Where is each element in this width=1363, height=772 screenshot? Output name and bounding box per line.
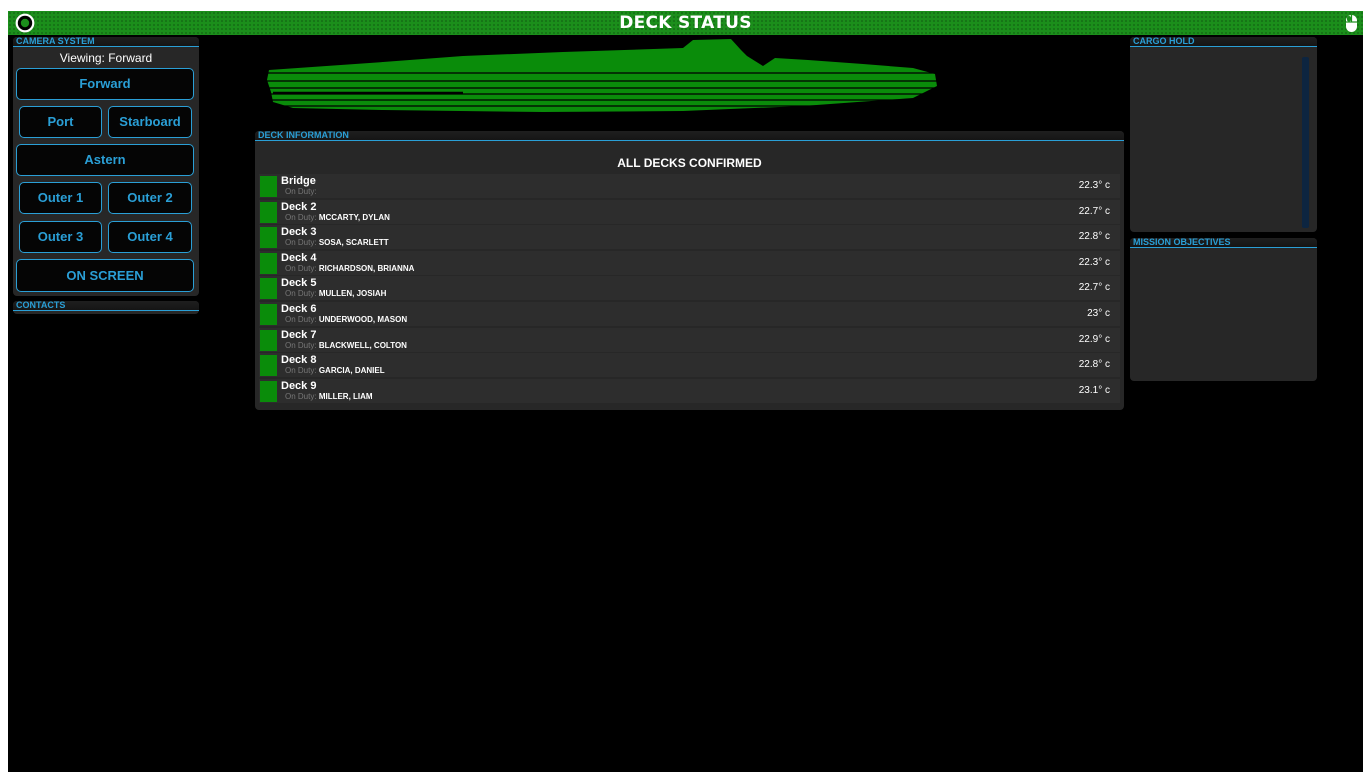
- deck-row[interactable]: Bridge On Duty: 22.3° c: [259, 174, 1120, 198]
- deck-name: Bridge: [281, 175, 316, 187]
- on-duty-line: On Duty: UNDERWOOD, MASON: [285, 315, 407, 324]
- mouse-icon[interactable]: [1345, 13, 1358, 33]
- deck-status-indicator: [260, 329, 277, 351]
- camera-system-panel: CAMERA SYSTEM Viewing: Forward Forward P…: [13, 36, 199, 296]
- on-duty-label: On Duty:: [285, 391, 317, 401]
- on-duty-label: On Duty:: [285, 238, 317, 248]
- on-screen-button[interactable]: ON SCREEN: [16, 259, 194, 292]
- mission-objectives-header: MISSION OBJECTIVES: [1130, 237, 1317, 248]
- contacts-header: CONTACTS: [13, 300, 199, 311]
- deck-name: Deck 8: [281, 354, 317, 367]
- deck-status-indicator: [260, 252, 277, 274]
- deck-temperature: 22.8° c: [1078, 359, 1110, 371]
- deck-status-indicator: [260, 176, 277, 197]
- deck-row[interactable]: Deck 8 On Duty: GARCIA, DANIEL 22.8° c: [259, 353, 1120, 378]
- on-duty-line: On Duty: RICHARDSON, BRIANNA: [285, 264, 414, 273]
- deck-row[interactable]: Deck 4 On Duty: RICHARDSON, BRIANNA 22.3° …: [259, 250, 1120, 275]
- deck-temperature: 23° c: [1087, 308, 1110, 319]
- deck-information-title: DECK INFORMATION: [258, 130, 349, 140]
- cargo-hold-panel: CARGO HOLD: [1130, 36, 1317, 232]
- mission-objectives-title: MISSION OBJECTIVES: [1133, 237, 1231, 247]
- deck-information-header: DECK INFORMATION: [255, 130, 1124, 141]
- on-duty-crew: MULLEN, JOSIAH: [318, 289, 387, 299]
- on-duty-label: On Duty:: [285, 187, 317, 196]
- on-duty-crew: UNDERWOOD, MASON: [318, 315, 408, 324]
- deck-row[interactable]: Deck 6 On Duty: UNDERWOOD, MASON 23° c: [259, 302, 1120, 326]
- deck-name: Deck 4: [281, 251, 317, 264]
- on-duty-line: On Duty: MULLEN, JOSIAH: [285, 289, 386, 298]
- astern-button[interactable]: Astern: [16, 144, 194, 176]
- on-duty-crew: GARCIA, DANIEL: [318, 366, 385, 376]
- deck-name: Deck 6: [281, 303, 317, 315]
- on-duty-line: On Duty: SOSA, SCARLETT: [285, 238, 389, 247]
- deck-temperature: 22.7° c: [1078, 282, 1110, 294]
- deck-status-message: ALL DECKS CONFIRMED: [617, 156, 762, 170]
- on-duty-label: On Duty:: [285, 340, 317, 350]
- deck-name: Deck 3: [281, 226, 317, 239]
- deck-row[interactable]: Deck 9 On Duty: MILLER, LIAM 23.1° c: [259, 378, 1120, 403]
- starboard-button[interactable]: Starboard: [108, 106, 192, 138]
- on-duty-label: On Duty:: [285, 212, 317, 222]
- cargo-scrollbar[interactable]: [1302, 57, 1309, 228]
- deck-row[interactable]: Deck 2 On Duty: MCCARTY, DYLAN 22.7° c: [259, 199, 1120, 224]
- outer-3-button[interactable]: Outer 3: [19, 221, 102, 253]
- on-duty-crew: SOSA, SCARLETT: [318, 238, 389, 248]
- deck-status-indicator: [260, 201, 277, 223]
- on-duty-line: On Duty: MCCARTY, DYLAN: [285, 213, 390, 222]
- page-title: DECK STATUS: [619, 13, 752, 33]
- deck-status-indicator: [260, 380, 277, 402]
- deck-temperature: 22.3° c: [1078, 180, 1110, 191]
- outer-1-button[interactable]: Outer 1: [19, 182, 102, 214]
- deck-temperature: 22.3° c: [1078, 256, 1110, 268]
- outer-4-button[interactable]: Outer 4: [108, 221, 192, 253]
- deck-row[interactable]: Deck 7 On Duty: BLACKWELL, COLTON 22.9° c: [259, 327, 1120, 352]
- on-duty-line: On Duty:: [285, 187, 317, 196]
- on-duty-label: On Duty:: [285, 263, 317, 273]
- deck-row[interactable]: Deck 5 On Duty: MULLEN, JOSIAH 22.7° c: [259, 276, 1120, 301]
- deck-information-panel: DECK INFORMATION ALL DECKS CONFIRMED Bri…: [255, 130, 1124, 410]
- on-duty-line: On Duty: MILLER, LIAM: [285, 392, 373, 401]
- deck-status-screen: DECK STATUS CAMERA SYSTEM Viewing: Forwa…: [8, 11, 1363, 772]
- cargo-hold-header: CARGO HOLD: [1130, 36, 1317, 47]
- header-bar: DECK STATUS: [8, 11, 1363, 35]
- camera-system-title: CAMERA SYSTEM: [16, 36, 95, 46]
- deck-temperature: 22.9° c: [1078, 333, 1110, 345]
- deck-status-indicator: [260, 227, 277, 249]
- deck-temperature: 23.1° c: [1078, 384, 1110, 396]
- contacts-panel: CONTACTS: [13, 300, 199, 314]
- on-duty-crew: MCCARTY, DYLAN: [318, 212, 390, 222]
- cargo-hold-title: CARGO HOLD: [1133, 36, 1195, 46]
- deck-status-indicator: [260, 278, 277, 300]
- deck-name: Deck 9: [281, 379, 317, 392]
- deck-status-indicator: [260, 304, 277, 325]
- on-duty-crew: RICHARDSON, BRIANNA: [318, 263, 415, 273]
- port-button[interactable]: Port: [19, 106, 102, 138]
- deck-name: Deck 7: [281, 328, 317, 341]
- outer-2-button[interactable]: Outer 2: [108, 182, 192, 214]
- deck-row[interactable]: Deck 3 On Duty: SOSA, SCARLETT 22.8° c: [259, 225, 1120, 250]
- deck-status-indicator: [260, 355, 277, 377]
- on-duty-label: On Duty:: [285, 366, 317, 376]
- mission-objectives-panel: MISSION OBJECTIVES: [1130, 237, 1317, 381]
- deck-temperature: 22.7° c: [1078, 205, 1110, 217]
- contacts-title: CONTACTS: [16, 300, 66, 310]
- deck-name: Deck 2: [281, 200, 317, 213]
- on-duty-line: On Duty: GARCIA, DANIEL: [285, 366, 385, 375]
- on-duty-label: On Duty:: [285, 315, 317, 324]
- on-duty-crew: MILLER, LIAM: [318, 391, 373, 401]
- on-duty-line: On Duty: BLACKWELL, COLTON: [285, 341, 407, 350]
- deck-name: Deck 5: [281, 277, 317, 290]
- forward-button[interactable]: Forward: [16, 68, 194, 100]
- ship-silhouette: [263, 39, 943, 112]
- on-duty-label: On Duty:: [285, 289, 317, 299]
- camera-system-header: CAMERA SYSTEM: [13, 36, 199, 47]
- deck-temperature: 22.8° c: [1078, 231, 1110, 243]
- viewing-label: Viewing: Forward: [59, 51, 153, 65]
- on-duty-crew: BLACKWELL, COLTON: [318, 340, 407, 350]
